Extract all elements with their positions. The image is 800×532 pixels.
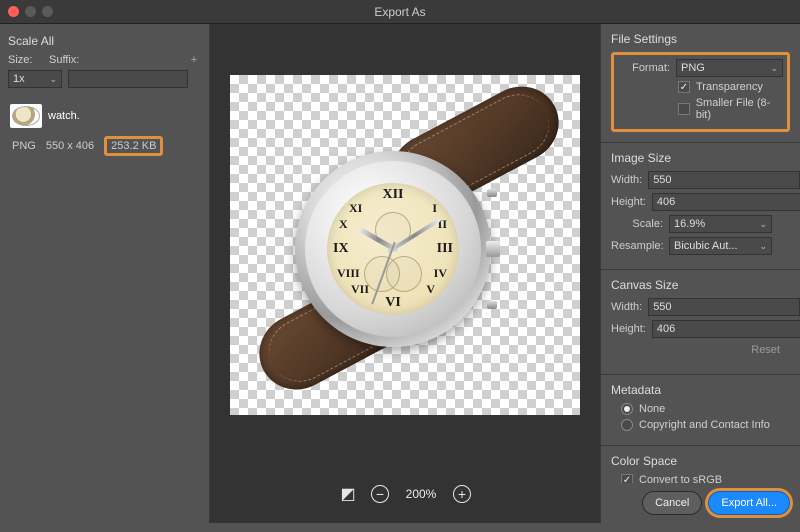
- size-label: Size:: [8, 54, 43, 66]
- metadata-none-label: None: [639, 403, 665, 415]
- scale-size-select[interactable]: 1x ⌄: [8, 70, 62, 88]
- canvas-size-title: Canvas Size: [611, 278, 790, 292]
- format-label: Format:: [618, 62, 676, 74]
- titlebar: Export As: [0, 0, 800, 24]
- format-highlight-box: Format: PNG ⌄ Transparency Smaller File …: [611, 52, 790, 132]
- chevron-down-icon: ⌄: [759, 219, 767, 230]
- color-space-title: Color Space: [611, 454, 790, 468]
- export-all-button[interactable]: Export All...: [708, 491, 790, 515]
- resample-select[interactable]: Bicubic Aut... ⌄: [669, 237, 772, 255]
- cancel-button[interactable]: Cancel: [642, 491, 702, 515]
- asset-thumbnail: [10, 104, 42, 128]
- watch-image: XII III VI IX I II IV V VII VIII X: [255, 95, 555, 395]
- window-controls: [8, 6, 53, 17]
- format-select[interactable]: PNG ⌄: [676, 59, 783, 77]
- crop-icon[interactable]: ◩: [339, 485, 357, 503]
- chevron-down-icon: ⌄: [49, 74, 57, 85]
- scale-label: Scale:: [611, 218, 669, 230]
- left-panel: Scale All Size: Suffix: + 1x ⌄ watch. PN…: [0, 24, 210, 523]
- asset-name: watch.: [48, 110, 199, 122]
- scale-all-title: Scale All: [8, 34, 201, 48]
- asset-filesize: 253.2 KB: [104, 136, 163, 156]
- smaller-file-checkbox[interactable]: [678, 103, 690, 115]
- zoom-percent: 200%: [403, 487, 439, 501]
- image-size-title: Image Size: [611, 151, 790, 165]
- resample-value: Bicubic Aut...: [674, 240, 738, 252]
- add-scale-button[interactable]: +: [187, 54, 201, 66]
- canvas-width-input[interactable]: [648, 298, 800, 316]
- image-height-input[interactable]: [652, 193, 800, 211]
- button-bar: Cancel Export All...: [601, 483, 800, 523]
- image-scale-value: 16.9%: [674, 218, 705, 230]
- height-label: Height:: [611, 196, 652, 208]
- zoom-bar: ◩ − 200% +: [210, 465, 600, 523]
- format-value: PNG: [681, 62, 705, 74]
- close-window-button[interactable]: [8, 6, 19, 17]
- asset-format: PNG: [12, 140, 36, 152]
- canvas-width-label: Width:: [611, 301, 648, 313]
- zoom-window-button[interactable]: [42, 6, 53, 17]
- scale-size-value: 1x: [13, 73, 25, 85]
- window-title: Export As: [0, 5, 800, 19]
- canvas-height-input[interactable]: [652, 320, 800, 338]
- right-panel: File Settings Format: PNG ⌄ Transparency…: [600, 24, 800, 523]
- metadata-copyright-label: Copyright and Contact Info: [639, 419, 770, 431]
- resample-label: Resample:: [611, 240, 669, 252]
- image-scale-select[interactable]: 16.9% ⌄: [669, 215, 772, 233]
- asset-dimensions: 550 x 406: [46, 140, 94, 152]
- chevron-down-icon: ⌄: [759, 241, 767, 252]
- zoom-out-button[interactable]: −: [371, 485, 389, 503]
- metadata-title: Metadata: [611, 383, 790, 397]
- chevron-down-icon: ⌄: [770, 63, 778, 74]
- canvas-reset-button[interactable]: Reset: [611, 342, 790, 364]
- transparency-label: Transparency: [696, 81, 763, 93]
- image-width-input[interactable]: [648, 171, 800, 189]
- metadata-copyright-radio[interactable]: [621, 419, 633, 431]
- canvas-height-label: Height:: [611, 323, 652, 335]
- minimize-window-button[interactable]: [25, 6, 36, 17]
- zoom-in-button[interactable]: +: [453, 485, 471, 503]
- smaller-file-label: Smaller File (8-bit): [696, 97, 783, 121]
- transparency-checkbox[interactable]: [678, 81, 690, 93]
- metadata-none-radio[interactable]: [621, 403, 633, 415]
- asset-row[interactable]: watch.: [8, 100, 201, 132]
- file-settings-title: File Settings: [611, 32, 790, 46]
- preview-panel: XII III VI IX I II IV V VII VIII X: [210, 24, 600, 523]
- suffix-label: Suffix:: [49, 54, 181, 66]
- suffix-input[interactable]: [68, 70, 188, 88]
- width-label: Width:: [611, 174, 648, 186]
- preview-canvas[interactable]: XII III VI IX I II IV V VII VIII X: [230, 75, 580, 415]
